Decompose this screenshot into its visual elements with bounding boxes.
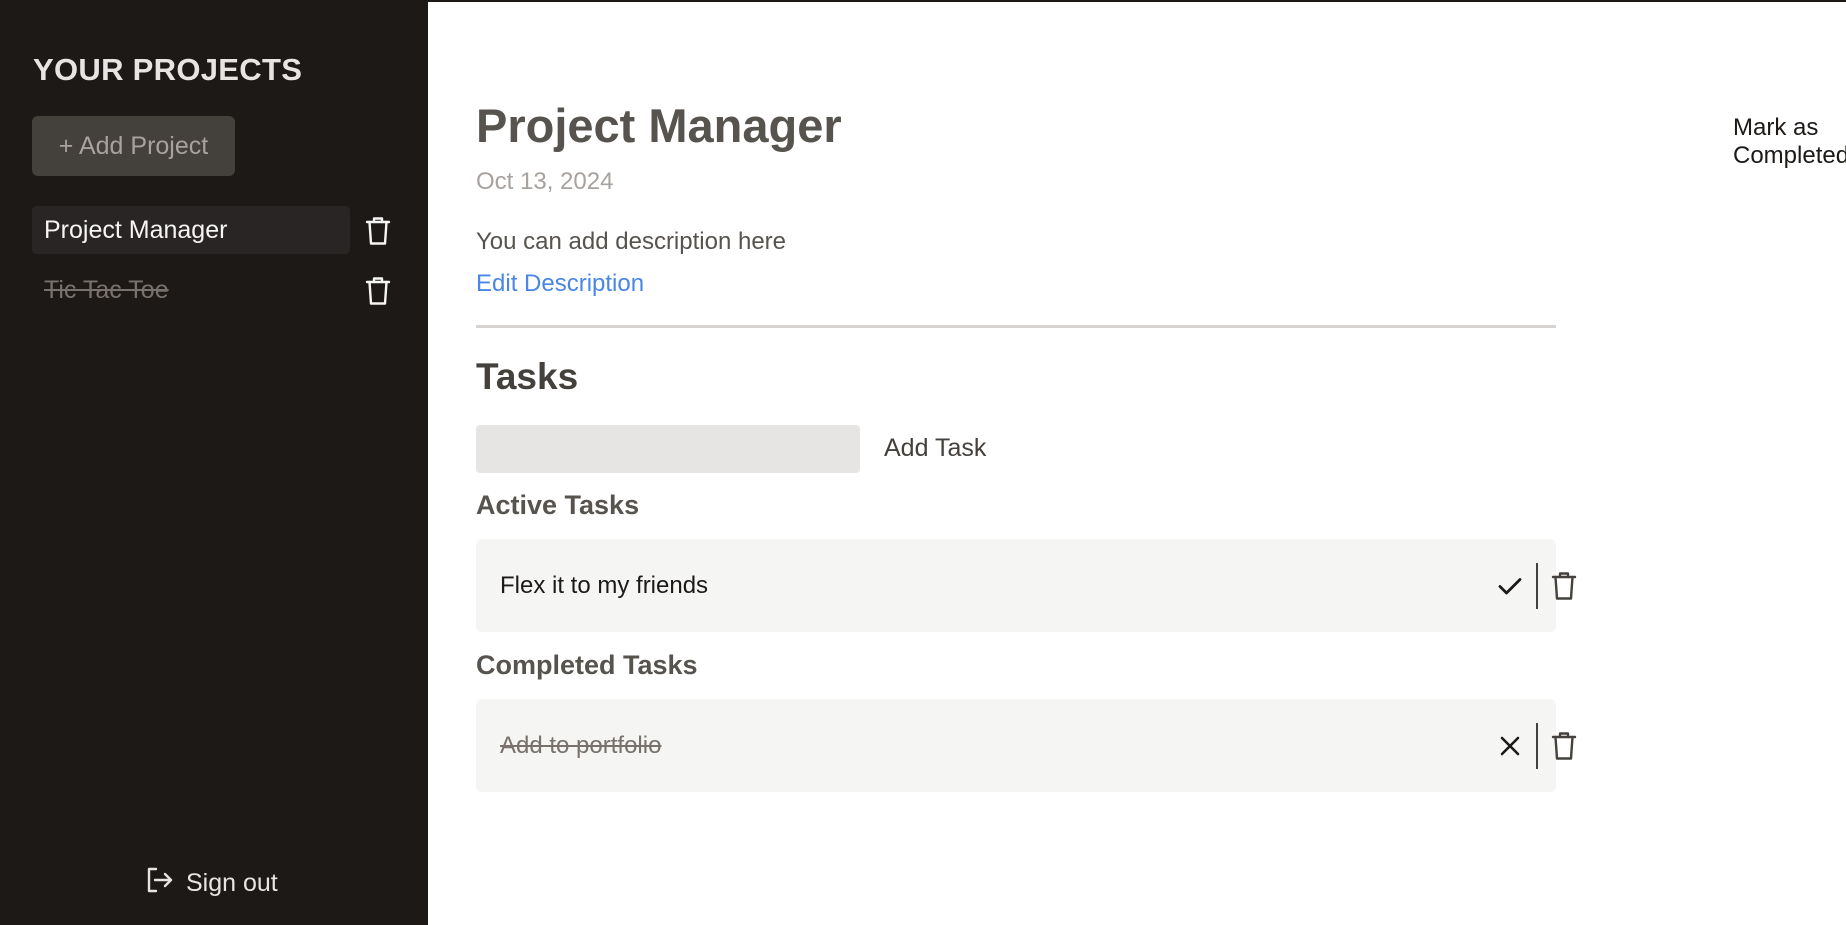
task-item: Flex it to my friends [476, 539, 1577, 632]
task-text: Flex it to my friends [500, 571, 709, 599]
mark-completed-button[interactable]: Mark as Completed [1733, 114, 1846, 170]
trash-icon[interactable] [1547, 729, 1581, 763]
tasks-heading: Tasks [476, 356, 579, 397]
project-title: Project Manager [476, 99, 842, 152]
divider [476, 325, 1556, 328]
active-tasks-heading: Active Tasks [476, 490, 640, 520]
project-name[interactable]: Tic Tac Toe [32, 266, 350, 314]
project-item-tic-tac-toe: Tic Tac Toe [32, 266, 402, 314]
trash-icon[interactable] [361, 274, 395, 308]
close-icon[interactable] [1493, 729, 1527, 763]
project-date: Oct 13, 2024 [476, 168, 614, 195]
trash-icon[interactable] [361, 214, 395, 248]
sidebar: YOUR PROJECTS + Add Project Project Mana… [0, 0, 428, 925]
sign-out-icon [144, 865, 174, 902]
add-task-button[interactable]: Add Task [884, 434, 986, 463]
sign-out-label: Sign out [186, 868, 278, 897]
project-name[interactable]: Project Manager [32, 206, 350, 254]
edit-description-link[interactable]: Edit Description [476, 270, 644, 298]
sidebar-title: YOUR PROJECTS [33, 52, 303, 87]
action-separator [1536, 723, 1538, 769]
check-icon[interactable] [1493, 569, 1527, 603]
task-item: Add to portfolio [476, 699, 1577, 792]
task-text: Add to portfolio [500, 731, 662, 759]
completed-tasks-heading: Completed Tasks [476, 650, 698, 680]
action-separator [1536, 563, 1538, 609]
trash-icon[interactable] [1547, 569, 1581, 603]
task-input[interactable] [476, 425, 860, 473]
add-project-button[interactable]: + Add Project [32, 116, 235, 176]
project-item-project-manager: Project Manager [32, 206, 402, 254]
sign-out-button[interactable]: Sign out [144, 864, 278, 902]
project-description: You can add description here [476, 228, 787, 255]
main-content: Project Manager Mark as Completed Oct 13… [428, 0, 1846, 925]
